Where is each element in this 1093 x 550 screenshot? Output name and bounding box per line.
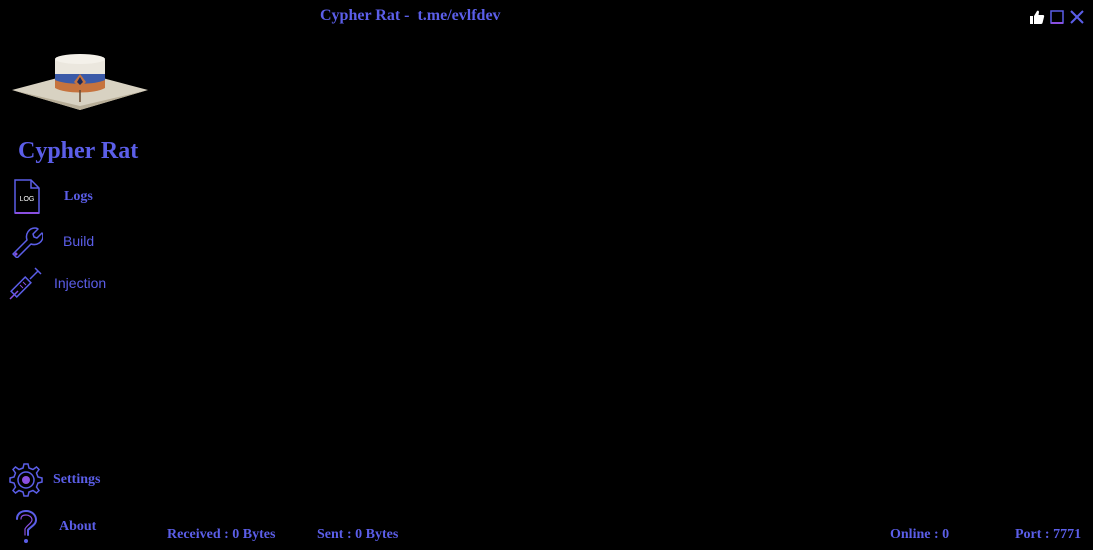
syringe-icon	[8, 265, 44, 301]
sidebar-item-logs[interactable]: LOG Logs	[8, 178, 158, 216]
port-number: Port : 7771	[1015, 527, 1082, 542]
sidebar-item-about[interactable]: About	[8, 508, 158, 546]
log-file-icon-text: LOG	[20, 196, 35, 203]
online-count: Online : 0	[890, 527, 950, 542]
sidebar-item-label: About	[59, 519, 97, 534]
log-file-icon: LOG	[8, 179, 44, 215]
gear-icon	[8, 462, 44, 498]
question-icon	[8, 509, 44, 545]
thumbs-up-icon[interactable]	[1029, 8, 1045, 26]
window-controls	[1029, 8, 1085, 26]
minimize-icon[interactable]	[1049, 8, 1065, 26]
sidebar-item-label: Injection	[54, 275, 107, 291]
received-bytes: Received : 0 Bytes	[167, 527, 276, 542]
sidebar-item-build[interactable]: Build	[8, 222, 158, 260]
hat-logo	[10, 50, 150, 130]
sidebar-item-injection[interactable]: Injection	[8, 264, 158, 302]
sidebar-item-label: Logs	[64, 189, 93, 204]
close-icon[interactable]	[1069, 8, 1085, 26]
sent-bytes: Sent : 0 Bytes	[317, 527, 399, 542]
app-name: Cypher Rat	[18, 138, 139, 164]
sidebar-item-label: Build	[63, 233, 95, 249]
wrench-icon	[8, 223, 44, 259]
window-title: Cypher Rat - t.me/evlfdev	[320, 7, 501, 24]
sidebar-item-label: Settings	[53, 472, 101, 487]
sidebar-item-settings[interactable]: Settings	[8, 461, 158, 499]
